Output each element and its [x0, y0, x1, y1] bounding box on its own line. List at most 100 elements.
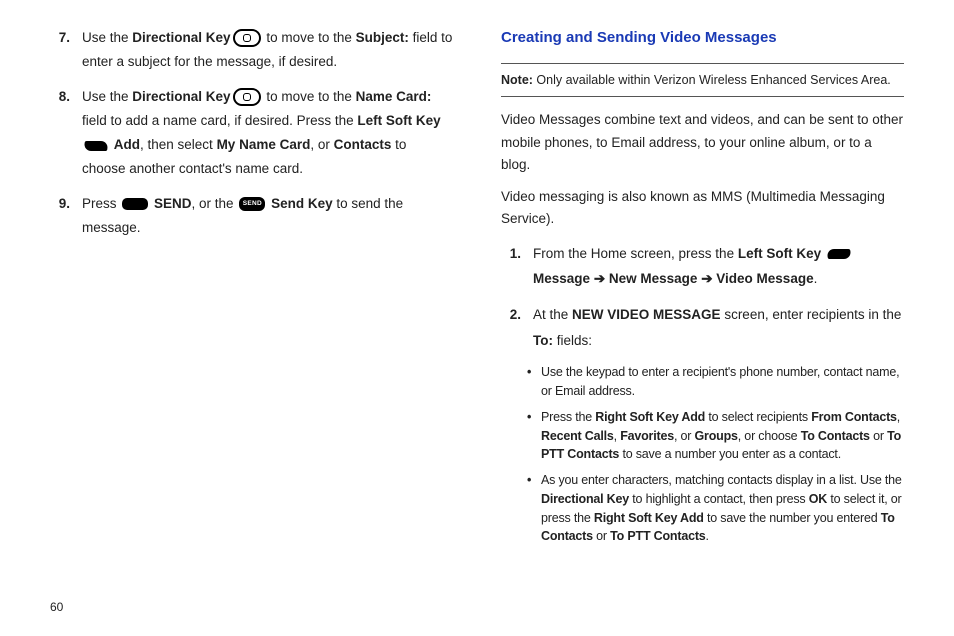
center-key-icon	[122, 198, 148, 210]
text-run: Left Soft Key	[357, 113, 440, 128]
bullet-list: •Use the keypad to enter a recipient's p…	[527, 363, 904, 546]
paragraph: Video messaging is also known as MMS (Mu…	[501, 186, 904, 231]
list-number: 8.	[50, 85, 82, 182]
text-run: .	[814, 271, 818, 286]
divider	[501, 63, 904, 64]
text-run: ➔	[701, 271, 712, 286]
list-body: From the Home screen, press the Left Sof…	[533, 241, 904, 292]
text-run: fields:	[553, 333, 592, 348]
list-body: At the NEW VIDEO MESSAGE screen, enter r…	[533, 302, 904, 353]
list-number: 2.	[501, 302, 533, 353]
text-run: .	[706, 529, 709, 543]
text-run: Message	[533, 271, 590, 286]
text-run: to highlight a contact, then press	[629, 492, 809, 506]
text-run: ➔	[594, 271, 605, 286]
list-body: Use the Directional Key to move to the S…	[82, 26, 453, 75]
text-run: Use the keypad to enter a recipient's ph…	[541, 365, 899, 398]
list-number: 9.	[50, 192, 82, 241]
text-run: Directional Key	[541, 492, 629, 506]
text-run: OK	[809, 492, 827, 506]
text-run: , or	[310, 137, 333, 152]
list-item: 9.Press SEND, or the SEND Send Key to se…	[50, 192, 453, 241]
text-run: Contacts	[334, 137, 392, 152]
list-item: 1.From the Home screen, press the Left S…	[501, 241, 904, 292]
text-run: Video Message	[716, 271, 813, 286]
text-run: Name Card:	[356, 89, 432, 104]
text-run: To:	[533, 333, 553, 348]
left-soft-key-icon	[826, 249, 852, 259]
text-run: Send Key	[271, 196, 333, 211]
text-run: Use the	[82, 89, 132, 104]
page-columns: 7.Use the Directional Key to move to the…	[50, 26, 904, 586]
bullet-item: •Press the Right Soft Key Add to select …	[527, 408, 904, 464]
text-run: , then select	[140, 137, 217, 152]
list-number: 1.	[501, 241, 533, 292]
left-soft-key-icon	[83, 141, 109, 151]
divider	[501, 96, 904, 97]
list-item: 7.Use the Directional Key to move to the…	[50, 26, 453, 75]
text-run: To Contacts	[801, 429, 870, 443]
send-key-icon: SEND	[239, 197, 265, 211]
bullet-item: •Use the keypad to enter a recipient's p…	[527, 363, 904, 401]
right-column: Creating and Sending Video Messages Note…	[501, 26, 904, 586]
text-run: , or choose	[738, 429, 801, 443]
text-run: Right Soft Key Add	[595, 410, 705, 424]
note-text: Only available within Verizon Wireless E…	[533, 73, 891, 87]
text-run: Add	[114, 137, 140, 152]
text-run: Subject:	[356, 30, 409, 45]
bullet-body: Use the keypad to enter a recipient's ph…	[541, 363, 904, 401]
text-run: screen, enter recipients in the	[721, 307, 902, 322]
bullet-marker: •	[527, 363, 541, 401]
left-column: 7.Use the Directional Key to move to the…	[50, 26, 453, 586]
text-run: Left Soft Key	[738, 246, 821, 261]
text-run: As you enter characters, matching contac…	[541, 473, 902, 487]
text-run: , or	[674, 429, 695, 443]
text-run: ,	[897, 410, 900, 424]
directional-key-icon	[233, 29, 261, 47]
text-run: to save the number you entered	[704, 511, 881, 525]
text-run: From Contacts	[811, 410, 897, 424]
bullet-item: •As you enter characters, matching conta…	[527, 471, 904, 546]
text-run: NEW VIDEO MESSAGE	[572, 307, 721, 322]
text-run: , or the	[192, 196, 238, 211]
page-number: 60	[50, 600, 63, 614]
text-run: To PTT Contacts	[610, 529, 705, 543]
list-number: 7.	[50, 26, 82, 75]
section-heading: Creating and Sending Video Messages	[501, 26, 904, 51]
note-row: Note: Only available within Verizon Wire…	[501, 70, 904, 91]
left-list: 7.Use the Directional Key to move to the…	[50, 26, 453, 240]
text-run: field to add a name card, if desired. Pr…	[82, 113, 357, 128]
text-run: My Name Card	[217, 137, 311, 152]
note-label: Note:	[501, 73, 533, 87]
bullet-marker: •	[527, 408, 541, 464]
text-run: Recent Calls	[541, 429, 614, 443]
text-run: SEND	[154, 196, 192, 211]
directional-key-icon	[233, 88, 261, 106]
text-run: Use the	[82, 30, 132, 45]
list-item: 2.At the NEW VIDEO MESSAGE screen, enter…	[501, 302, 904, 353]
text-run: or	[593, 529, 610, 543]
text-run: or	[870, 429, 887, 443]
text-run: Press	[82, 196, 120, 211]
text-run: At the	[533, 307, 572, 322]
text-run: Right Soft Key Add	[594, 511, 704, 525]
bullet-marker: •	[527, 471, 541, 546]
text-run: to move to the	[263, 30, 356, 45]
text-run: Groups	[695, 429, 738, 443]
list-body: Use the Directional Key to move to the N…	[82, 85, 453, 182]
right-list: 1.From the Home screen, press the Left S…	[501, 241, 904, 354]
text-run: Press the	[541, 410, 595, 424]
bullet-body: As you enter characters, matching contac…	[541, 471, 904, 546]
bullet-body: Press the Right Soft Key Add to select r…	[541, 408, 904, 464]
text-run: From the Home screen, press the	[533, 246, 738, 261]
list-body: Press SEND, or the SEND Send Key to send…	[82, 192, 453, 241]
text-run: to select recipients	[705, 410, 811, 424]
text-run: to move to the	[263, 89, 356, 104]
text-run: Directional Key	[132, 30, 230, 45]
paragraph: Video Messages combine text and videos, …	[501, 109, 904, 176]
list-item: 8.Use the Directional Key to move to the…	[50, 85, 453, 182]
text-run: Favorites	[620, 429, 674, 443]
text-run: New Message	[609, 271, 698, 286]
text-run: Directional Key	[132, 89, 230, 104]
text-run	[821, 246, 825, 261]
